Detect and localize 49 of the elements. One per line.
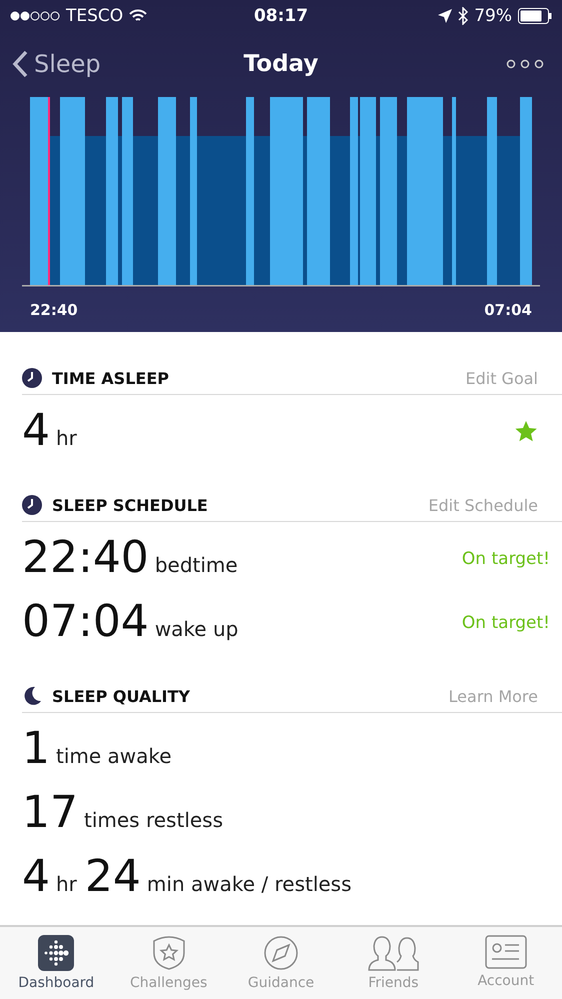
stat-value: 1 — [22, 723, 50, 774]
battery-icon — [518, 8, 552, 24]
compass-icon — [263, 935, 300, 971]
stat-value: 22:40 — [22, 532, 149, 583]
stat-label: bedtime — [154, 553, 238, 577]
stat-label: wake up — [154, 617, 238, 641]
tab-bar-item[interactable]: Challenges — [112, 927, 225, 999]
section-title: TIME ASLEEP — [52, 368, 170, 388]
tab-bar-item[interactable]: Dashboard — [0, 927, 112, 999]
dots-logo-icon — [38, 935, 74, 971]
wifi-icon — [129, 9, 148, 23]
section-action-link[interactable]: Learn More — [448, 686, 538, 706]
stat-label: times restless — [84, 808, 224, 832]
tab-bar-item[interactable]: Friends — [337, 927, 450, 999]
stat-label: hr — [56, 426, 77, 450]
chart-start-time: 22:40 — [30, 301, 78, 319]
people-icon — [367, 935, 420, 971]
stat-value: 4 — [22, 851, 50, 902]
chevron-left-icon — [12, 50, 28, 78]
clock-icon — [22, 368, 42, 388]
more-icon — [506, 59, 544, 69]
stat-label: time awake — [56, 744, 172, 768]
stat-value: 07:04 — [22, 596, 149, 647]
stat-label: hr — [56, 872, 77, 896]
stat-value: 4 — [22, 405, 50, 456]
status-text: On target! — [462, 549, 550, 569]
signal-icon — [10, 11, 60, 21]
stat-value: 17 — [22, 787, 78, 838]
section-action-link[interactable]: Edit Goal — [465, 368, 538, 388]
chart-end-time: 07:04 — [484, 301, 532, 319]
star-shield-icon — [150, 935, 187, 971]
section-action-link[interactable]: Edit Schedule — [428, 496, 538, 514]
carrier-name: TESCO — [66, 6, 124, 26]
tab-bar-item[interactable]: Guidance — [224, 927, 338, 999]
status-text: On target! — [462, 613, 550, 633]
stat-value: 24 — [84, 851, 141, 902]
bluetooth-icon — [458, 7, 468, 25]
location-arrow-icon — [438, 9, 452, 23]
clock-time: 08:17 — [254, 6, 308, 26]
clock-icon — [22, 495, 42, 515]
tab-bar-item[interactable]: Account — [450, 927, 562, 999]
stat-label: min awake / restless — [146, 872, 352, 896]
back-button[interactable]: Sleep — [12, 50, 244, 78]
moon-icon — [22, 686, 42, 706]
battery-percent: 79% — [474, 6, 512, 26]
section-title: SLEEP QUALITY — [52, 686, 192, 706]
section-title: SLEEP SCHEDULE — [52, 496, 209, 514]
profile-card-icon — [484, 935, 527, 969]
page-title: Today — [244, 51, 318, 77]
